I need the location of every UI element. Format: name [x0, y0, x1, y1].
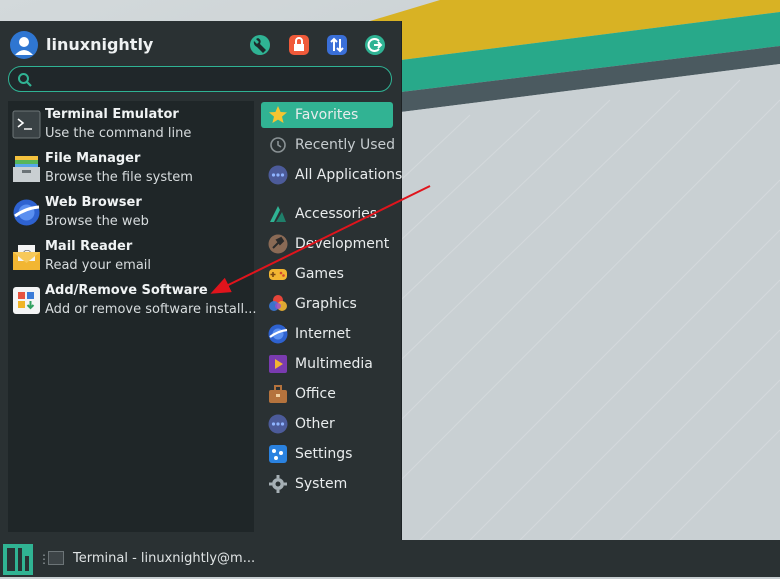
favorites-list: Terminal Emulator Use the command line F… — [8, 101, 257, 532]
category-graphics[interactable]: Graphics — [261, 291, 393, 317]
item-title: Terminal Emulator — [45, 107, 179, 122]
settings-icon — [268, 444, 288, 464]
category-favorites[interactable]: Favorites — [261, 102, 393, 128]
category-multimedia[interactable]: Multimedia — [261, 351, 393, 377]
task-terminal-label[interactable]: Terminal - linuxnightly@m... — [73, 551, 255, 566]
whisker-menu-button[interactable] — [3, 544, 33, 575]
category-label: Settings — [295, 446, 353, 462]
item-subtitle: Use the command line — [45, 126, 192, 141]
list-item-terminal-emulator[interactable]: Terminal Emulator Use the command line — [8, 103, 254, 147]
mail-icon: @ — [12, 242, 41, 271]
category-other[interactable]: Other — [261, 411, 393, 437]
other-icon — [268, 414, 288, 434]
category-development[interactable]: Development — [261, 231, 393, 257]
username-label: linuxnightly — [46, 35, 154, 54]
category-games[interactable]: Games — [261, 261, 393, 287]
category-label: Recently Used — [295, 137, 396, 153]
office-icon — [268, 384, 288, 404]
menu-header: linuxnightly — [10, 31, 395, 61]
category-accessories[interactable]: Accessories — [261, 201, 393, 227]
terminal-icon — [12, 110, 41, 139]
development-icon — [268, 234, 288, 254]
item-title: Mail Reader — [45, 239, 133, 254]
list-item-add-remove-software[interactable]: Add/Remove Software Add or remove softwa… — [8, 279, 257, 323]
search-icon — [17, 72, 33, 88]
category-settings[interactable]: Settings — [261, 441, 393, 467]
category-all-applications[interactable]: All Applications — [261, 162, 402, 188]
category-label: Accessories — [295, 206, 378, 222]
web-browser-icon — [12, 198, 41, 227]
category-list: Favorites Recently Used All Applications… — [258, 101, 402, 532]
category-system[interactable]: System — [261, 471, 393, 497]
category-recently-used[interactable]: Recently Used — [261, 132, 396, 158]
multimedia-icon — [268, 354, 288, 374]
application-menu: linuxnightly Terminal Emulator Use the c… — [0, 21, 402, 540]
category-label: Internet — [295, 326, 351, 342]
list-item-mail-reader[interactable]: @ Mail Reader Read your email — [8, 235, 254, 279]
file-manager-icon — [12, 154, 41, 183]
taskbar: ⋮ Terminal - linuxnightly@m... — [0, 540, 780, 577]
software-icon — [12, 286, 41, 315]
item-subtitle: Read your email — [45, 258, 152, 273]
star-icon — [268, 105, 288, 125]
item-subtitle: Browse the file system — [45, 170, 193, 185]
category-label: Favorites — [295, 107, 359, 123]
category-internet[interactable]: Internet — [261, 321, 393, 347]
category-office[interactable]: Office — [261, 381, 393, 407]
all-apps-icon — [268, 165, 288, 185]
accessories-icon — [268, 204, 288, 224]
item-title: Web Browser — [45, 195, 142, 210]
system-icon — [268, 474, 288, 494]
settings-manager-icon[interactable] — [250, 35, 270, 55]
list-item-web-browser[interactable]: Web Browser Browse the web — [8, 191, 254, 235]
item-subtitle: Add or remove software install... — [45, 302, 257, 317]
category-label: System — [295, 476, 348, 492]
category-label: Office — [295, 386, 336, 402]
category-label: Development — [295, 236, 390, 252]
category-label: Multimedia — [295, 356, 373, 372]
category-label: Games — [295, 266, 344, 282]
list-item-file-manager[interactable]: File Manager Browse the file system — [8, 147, 254, 191]
graphics-icon — [268, 294, 288, 314]
log-out-icon[interactable] — [365, 35, 385, 55]
clock-icon — [268, 135, 288, 155]
category-label: Other — [295, 416, 335, 432]
internet-icon — [268, 324, 288, 344]
item-title: File Manager — [45, 151, 141, 166]
user-avatar-icon[interactable] — [10, 31, 38, 59]
item-title: Add/Remove Software — [45, 283, 208, 298]
lock-screen-icon[interactable] — [289, 35, 309, 55]
terminal-task-icon[interactable] — [48, 551, 64, 565]
item-subtitle: Browse the web — [45, 214, 149, 229]
search-input[interactable] — [8, 66, 392, 92]
games-icon — [268, 264, 288, 284]
category-label: Graphics — [295, 296, 357, 312]
manjaro-logo-icon — [3, 544, 33, 575]
switch-user-icon[interactable] — [327, 35, 347, 55]
category-label: All Applications — [295, 167, 403, 183]
